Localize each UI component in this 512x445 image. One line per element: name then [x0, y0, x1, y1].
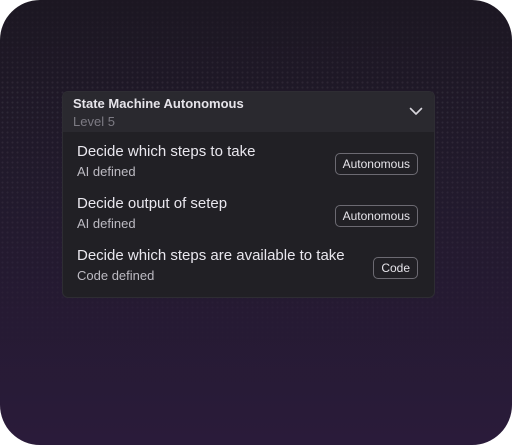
code-tag[interactable]: Code: [373, 257, 418, 279]
autonomy-level-panel: State Machine Autonomous Level 5 Decide …: [62, 91, 435, 298]
decision-row: Decide output of setep AI defined Autono…: [63, 194, 434, 246]
decision-title: Decide which steps are available to take: [77, 247, 345, 264]
autonomy-tag[interactable]: Autonomous: [334, 153, 418, 175]
app-frame: State Machine Autonomous Level 5 Decide …: [0, 0, 512, 445]
decision-source: Code defined: [77, 268, 155, 283]
decision-row: Decide which steps to take AI defined Au…: [63, 142, 434, 194]
panel-subtitle: Level 5: [73, 114, 115, 129]
decision-row: Decide which steps are available to take…: [63, 246, 434, 297]
decision-list: Decide which steps to take AI defined Au…: [63, 132, 434, 297]
panel-title: State Machine Autonomous: [73, 96, 244, 111]
autonomy-tag[interactable]: Autonomous: [334, 205, 418, 227]
chevron-down-icon[interactable]: [408, 103, 424, 119]
panel-header[interactable]: State Machine Autonomous Level 5: [63, 92, 434, 132]
